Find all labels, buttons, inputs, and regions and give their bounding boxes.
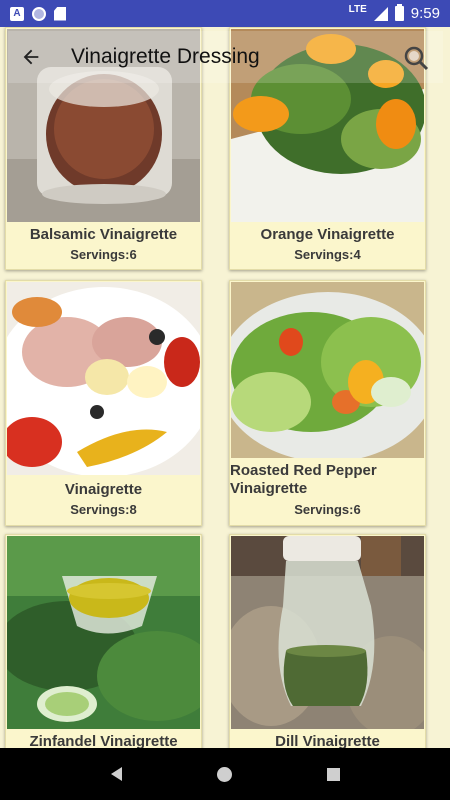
recipe-image-vinaigrette <box>7 282 200 475</box>
signal-icon <box>373 6 388 21</box>
a-notification-icon: A <box>10 6 24 21</box>
back-button[interactable] <box>8 31 54 83</box>
arrow-left-icon <box>23 49 39 65</box>
recipe-title: Vinaigrette <box>64 481 143 498</box>
search-icon <box>404 46 429 71</box>
recipe-title: Dill Vinaigrette <box>275 733 380 748</box>
recipe-card-zinfandel-vinaigrette[interactable]: Zinfandel Vinaigrette <box>5 534 202 748</box>
search-button[interactable] <box>403 45 429 71</box>
circle-notification-icon <box>32 6 46 21</box>
network-type: LTE <box>348 4 367 15</box>
recipe-title: Roasted Red Pepper Vinaigrette <box>230 462 377 497</box>
recipe-card-dill-vinaigrette[interactable]: Dill Vinaigrette <box>229 534 426 748</box>
nav-back-icon[interactable] <box>110 767 122 781</box>
clock: 9:59 <box>410 5 440 22</box>
recipe-servings: Servings:4 <box>294 247 361 262</box>
nav-recents-icon[interactable] <box>326 767 340 781</box>
battery-charging-icon <box>394 4 404 21</box>
recipe-image-zinfandel <box>7 536 200 729</box>
recipe-title: Balsamic Vinaigrette <box>29 226 178 243</box>
recipe-servings: Servings:8 <box>70 502 137 517</box>
recipe-servings: Servings:6 <box>294 502 361 517</box>
recipe-title: Zinfandel Vinaigrette <box>29 733 178 748</box>
page-title: Vinaigrette Dressing <box>71 45 260 68</box>
recipe-card-roasted-red-pepper-vinaigrette[interactable]: Roasted Red Pepper Vinaigrette Servings:… <box>229 280 426 526</box>
recipe-image-roasted-red-pepper <box>231 282 424 458</box>
recipe-title: Orange Vinaigrette <box>260 226 395 243</box>
navigation-bar <box>0 748 450 800</box>
toolbar: Vinaigrette Dressing <box>8 31 443 83</box>
recipe-grid[interactable]: Balsamic Vinaigrette Servings:6 Orange V… <box>0 27 450 748</box>
status-bar: A LTE 9:59 <box>0 0 450 27</box>
nav-home-icon[interactable] <box>216 766 232 782</box>
recipe-image-dill <box>231 536 424 729</box>
recipe-servings: Servings:6 <box>70 247 137 262</box>
sd-card-icon <box>54 6 66 21</box>
recipe-card-vinaigrette[interactable]: Vinaigrette Servings:8 <box>5 280 202 526</box>
